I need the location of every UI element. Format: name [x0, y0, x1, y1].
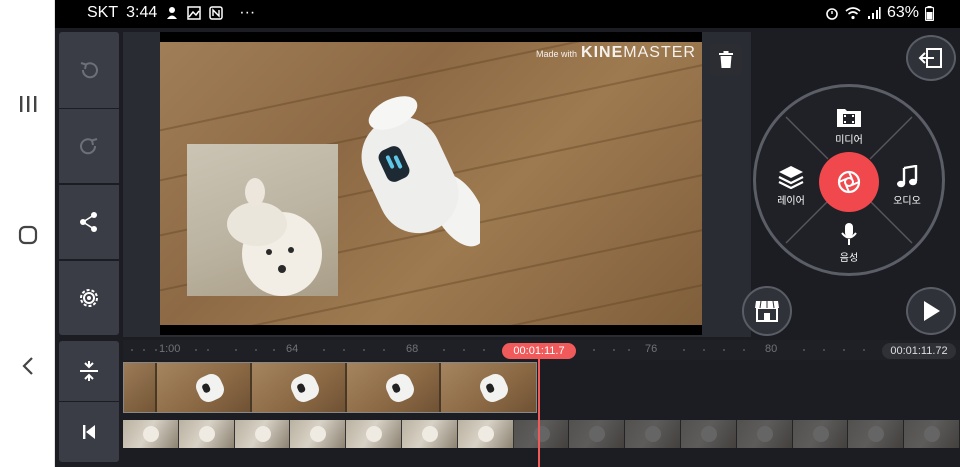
ruler-label: 76 — [645, 343, 658, 355]
clip-frame — [251, 363, 347, 412]
layer-frame — [904, 420, 960, 448]
record-button[interactable] — [819, 152, 879, 212]
signal-icon — [867, 7, 881, 19]
delete-button[interactable] — [710, 44, 742, 76]
home-button[interactable] — [0, 215, 55, 255]
media-button[interactable]: 미디어 — [819, 106, 879, 146]
layer-frame — [290, 420, 347, 448]
ruler-label: 64 — [286, 343, 299, 355]
clip-frame — [346, 363, 442, 412]
skip-start-icon — [83, 425, 95, 439]
layer-frame — [234, 420, 291, 448]
audio-button[interactable]: 오디오 — [877, 165, 937, 207]
kinemaster-watermark: Made with KINE MASTER — [536, 44, 696, 61]
store-icon — [755, 300, 779, 322]
microphone-icon — [841, 223, 857, 245]
undo-button[interactable] — [59, 32, 119, 108]
play-icon — [924, 301, 940, 321]
music-note-icon — [897, 165, 918, 188]
total-time-badge: 00:01:11.72 — [882, 343, 956, 359]
layer-button[interactable]: 레이어 — [761, 165, 821, 207]
layer-frame — [848, 420, 905, 448]
back-button[interactable] — [0, 346, 55, 386]
back-icon — [21, 357, 33, 375]
clip-frame — [441, 363, 536, 412]
film-folder-icon — [837, 109, 861, 127]
layer-overlay-image[interactable] — [187, 144, 338, 296]
alarm-icon — [826, 8, 838, 20]
voice-record-button[interactable]: 음성 — [819, 222, 879, 264]
play-button[interactable] — [906, 287, 956, 335]
status-bar: SKT 3:44 ··· 63% — [55, 0, 960, 28]
gallery-icon — [187, 6, 202, 20]
layer-clip-track[interactable] — [123, 420, 960, 448]
video-clip-track[interactable] — [123, 362, 537, 413]
trash-icon — [719, 51, 733, 68]
layer-frame — [569, 420, 626, 448]
carrier: SKT — [87, 4, 119, 21]
kinemaster-editor: SKT 3:44 ··· 63% Made with KINE MASTER 미… — [0, 0, 960, 467]
letterbox-bottom — [160, 325, 702, 335]
android-nav-bar — [0, 0, 55, 467]
jump-to-start-button[interactable] — [59, 402, 119, 462]
layer-frame — [625, 420, 681, 448]
layer-frame — [457, 420, 514, 448]
layers-icon — [778, 166, 804, 189]
audio-label: 오디오 — [893, 196, 921, 207]
redo-button[interactable] — [59, 109, 119, 183]
layer-frame — [792, 420, 849, 448]
clip-frame — [157, 363, 252, 412]
layer-label: 레이어 — [777, 196, 805, 207]
timeline-expand-button[interactable] — [59, 341, 119, 401]
camera-aperture-icon — [837, 170, 861, 194]
playhead[interactable] — [538, 358, 540, 467]
dog-image — [227, 178, 322, 296]
share-icon — [80, 212, 97, 232]
battery-icon — [925, 5, 934, 21]
layer-frame — [401, 420, 458, 448]
exit-project-button[interactable] — [906, 35, 956, 81]
battery-percent: 63% — [886, 4, 919, 21]
undo-icon — [80, 62, 98, 79]
redo-icon — [80, 138, 98, 155]
robot-toy-image — [361, 96, 480, 247]
asset-store-button[interactable] — [742, 286, 792, 336]
ruler-label: 68 — [406, 343, 419, 355]
more-notifications: ··· — [239, 4, 256, 21]
share-button[interactable] — [59, 185, 119, 259]
clip-frame — [124, 363, 158, 412]
letterbox-top — [160, 32, 702, 42]
gear-icon — [80, 289, 98, 307]
recent-apps-icon — [19, 96, 36, 112]
layer-frame — [178, 420, 235, 448]
media-label: 미디어 — [835, 135, 863, 146]
ruler-label: 80 — [765, 343, 778, 355]
layer-frame — [513, 420, 570, 448]
wifi-icon — [845, 7, 861, 20]
layer-frame — [680, 420, 737, 448]
home-icon — [18, 225, 37, 245]
layer-frame — [346, 420, 402, 448]
ruler-label: 1:00 — [159, 343, 181, 355]
clock: 3:44 — [126, 4, 158, 21]
exit-icon — [918, 48, 942, 68]
layer-frame — [736, 420, 793, 448]
layer-frame — [123, 420, 179, 448]
settings-button[interactable] — [59, 261, 119, 335]
recent-apps-button[interactable] — [0, 84, 55, 124]
nfc-icon — [209, 6, 224, 20]
notification-app-icon — [167, 7, 178, 19]
voice-label: 음성 — [839, 253, 859, 264]
current-time-badge: 00:01:11.7 — [502, 343, 576, 359]
expand-vertical-icon — [80, 361, 98, 381]
